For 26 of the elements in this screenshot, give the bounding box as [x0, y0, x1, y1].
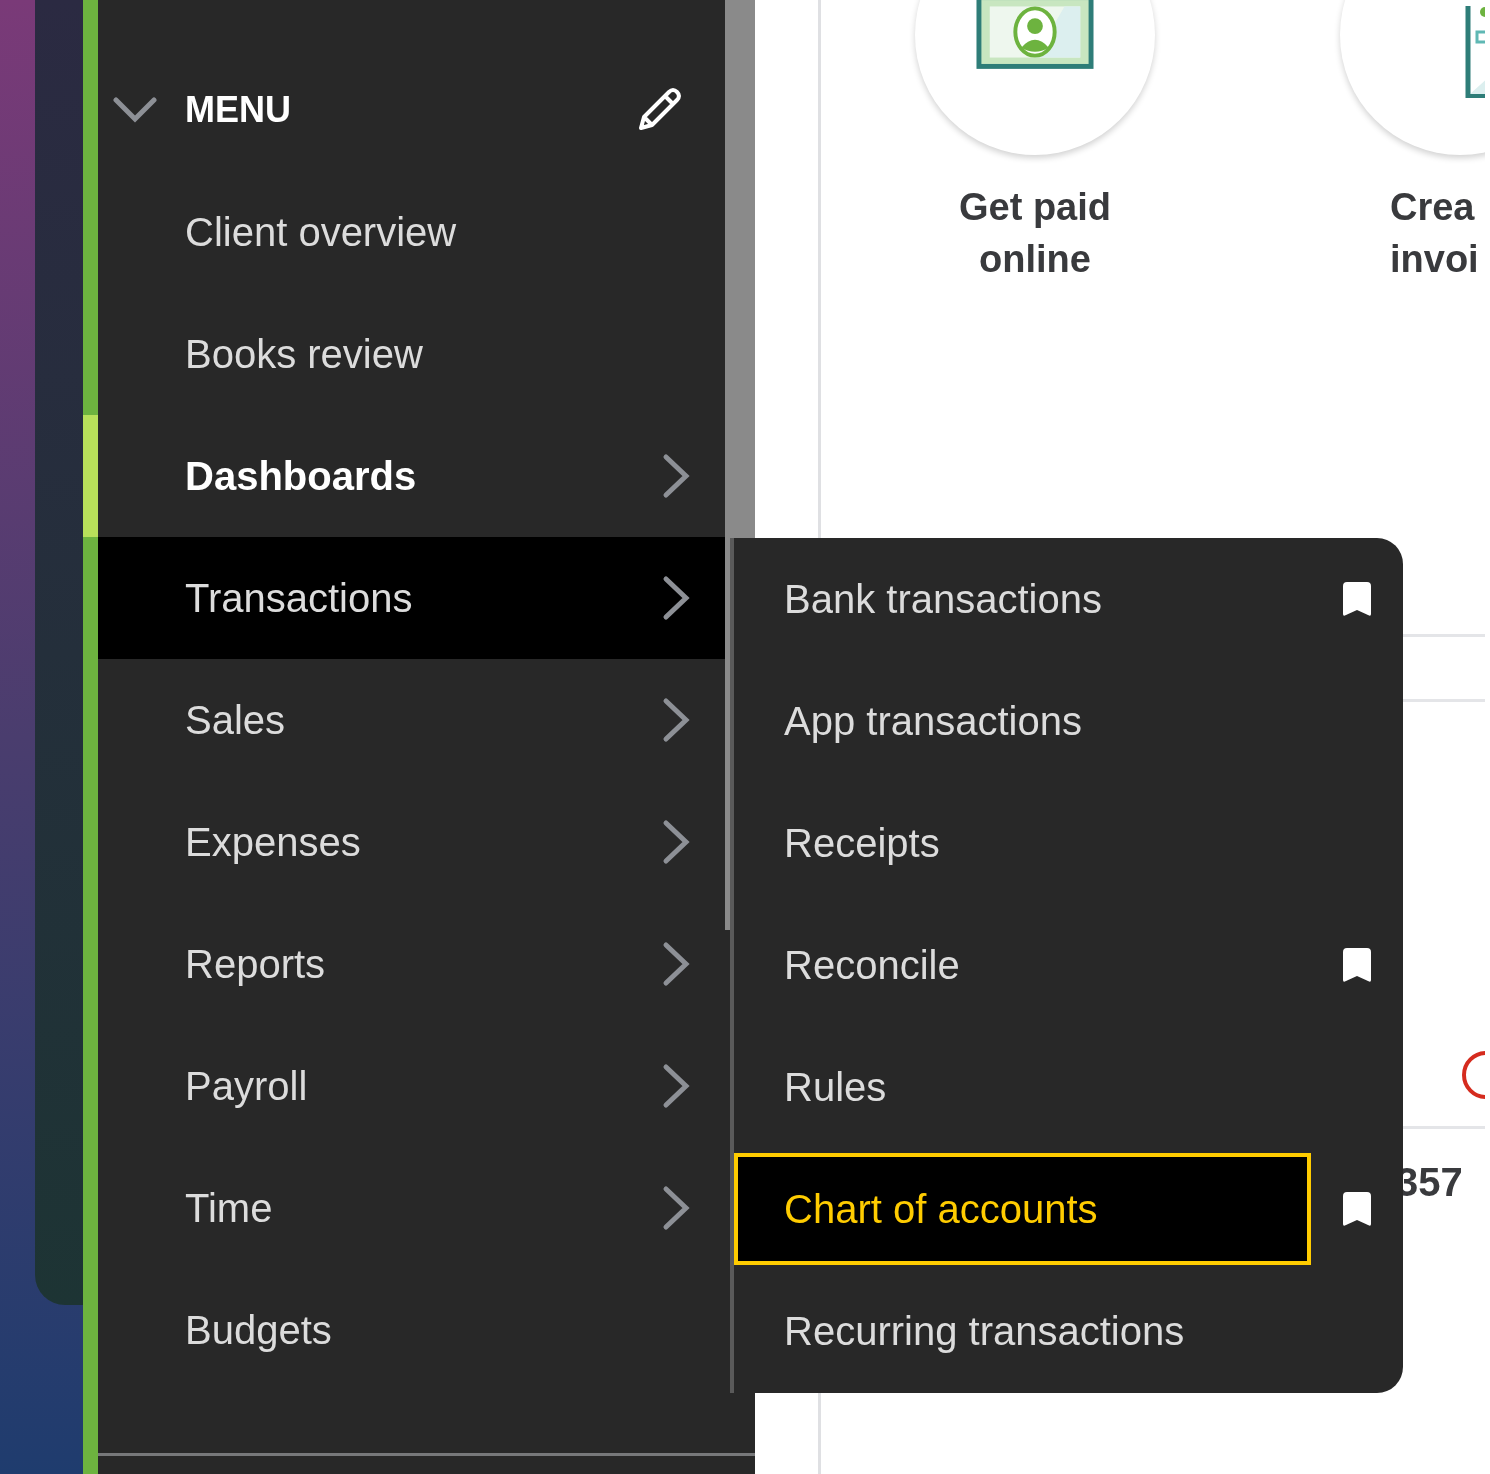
- submenu-item[interactable]: Rules: [734, 1031, 1311, 1143]
- nav-item[interactable]: Time: [98, 1147, 725, 1269]
- menu-heading: MENU: [185, 89, 292, 131]
- feature-label: Get paid online: [959, 185, 1111, 282]
- status-ring-icon: [1462, 1050, 1485, 1100]
- nav-item[interactable]: Dashboards: [98, 415, 725, 537]
- submenu-item[interactable]: Reconcile: [734, 909, 1311, 1021]
- nav-item[interactable]: Payroll: [98, 1025, 725, 1147]
- bookmark-icon[interactable]: [1340, 946, 1374, 984]
- bookmark-icon[interactable]: [1340, 580, 1374, 618]
- bookmark-icon[interactable]: [1340, 1190, 1374, 1228]
- chevron-icon[interactable]: [113, 97, 157, 123]
- nav-item[interactable]: Client overview: [98, 171, 725, 293]
- banknote-icon: [976, 0, 1094, 70]
- submenu-item[interactable]: Recurring transactions: [734, 1275, 1311, 1387]
- feature-label: Crea invoi: [1390, 185, 1479, 282]
- nav-item[interactable]: Sales: [98, 659, 725, 781]
- nav-item[interactable]: Reports: [98, 903, 725, 1025]
- submenu-item[interactable]: App transactions: [734, 665, 1311, 777]
- nav-item[interactable]: Expenses: [98, 781, 725, 903]
- submenu-item[interactable]: Receipts: [734, 787, 1311, 899]
- nav-item[interactable]: Books review: [98, 293, 725, 415]
- nav-item[interactable]: Budgets: [98, 1269, 725, 1391]
- submenu-item[interactable]: Bank transactions: [734, 543, 1311, 655]
- nav-item[interactable]: Transactions: [98, 537, 725, 659]
- submenu-item[interactable]: Chart of accounts: [734, 1153, 1311, 1265]
